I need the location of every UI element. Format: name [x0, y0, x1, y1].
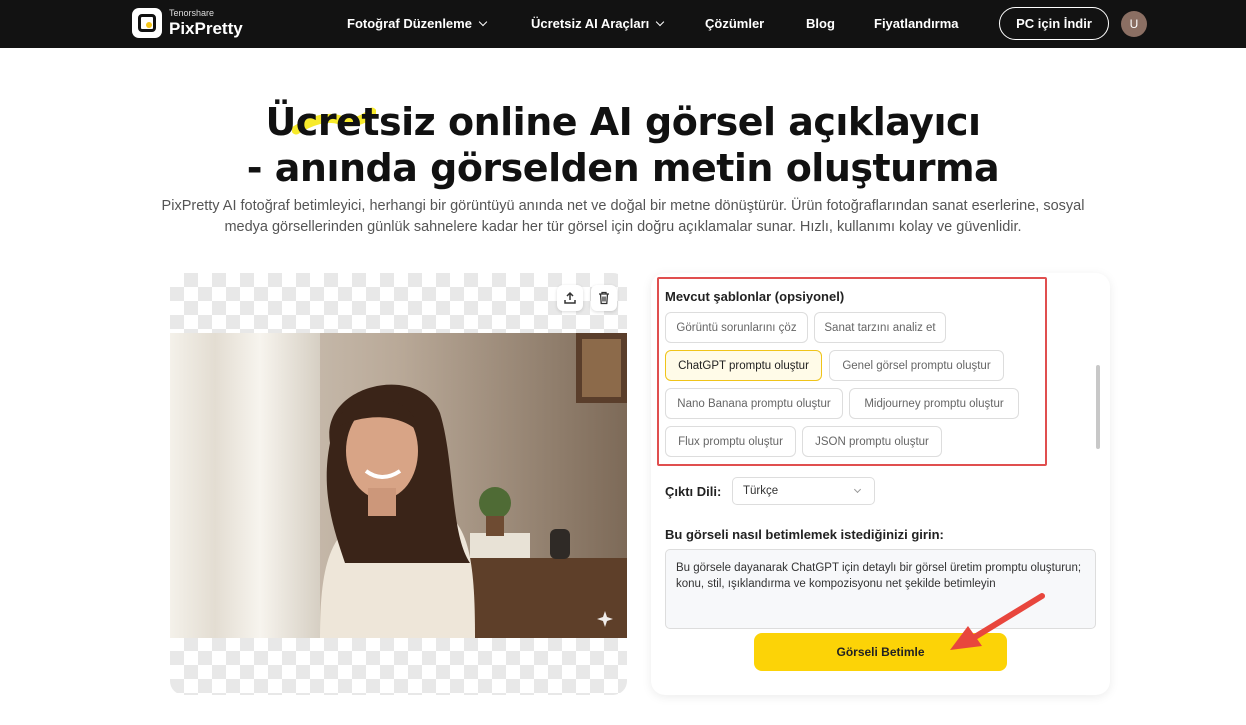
nav-item-label: Fotoğraf Düzenleme — [347, 16, 472, 31]
delete-button[interactable] — [591, 285, 617, 311]
download-pc-button[interactable]: PC için İndir — [999, 7, 1109, 40]
nav-item-free-ai-tools[interactable]: Ücretsiz AI Araçları — [531, 16, 665, 31]
chevron-down-icon — [656, 17, 665, 27]
red-arrow-annotation-icon — [950, 593, 1045, 650]
nav-item-photo-editing[interactable]: Fotoğraf Düzenleme — [347, 16, 488, 31]
nav-item-label: Ücretsiz AI Araçları — [531, 16, 650, 31]
logo-icon — [132, 8, 162, 38]
output-language-select[interactable]: Türkçe — [732, 477, 875, 505]
nav-item-solutions[interactable]: Çözümler — [705, 16, 764, 31]
upload-button[interactable] — [557, 285, 583, 311]
template-chip[interactable]: Flux promptu oluştur — [665, 426, 796, 457]
sparkle-icon — [597, 611, 613, 627]
logo-brand-name: PixPretty — [169, 19, 243, 38]
page-title-line2: - anında görselden metin oluşturma — [246, 146, 1000, 190]
top-navbar: Tenorshare PixPretty Fotoğraf Düzenleme … — [0, 0, 1246, 48]
page-title-line1: Ücretsiz online AI görsel açıklayıcı — [265, 100, 981, 144]
template-chip[interactable]: Sanat tarzını analiz et — [814, 312, 946, 343]
template-chip[interactable]: Nano Banana promptu oluştur — [665, 388, 843, 419]
uploaded-photo — [170, 333, 627, 638]
output-language-label: Çıktı Dili: — [665, 484, 722, 499]
logo-brand-small: Tenorshare — [169, 8, 215, 18]
template-chip[interactable]: Görüntü sorunlarını çöz — [665, 312, 808, 343]
template-chip[interactable]: Genel görsel promptu oluştur — [829, 350, 1004, 381]
image-preview-card — [170, 273, 627, 695]
output-language-value: Türkçe — [743, 485, 779, 497]
template-chip[interactable]: JSON promptu oluştur — [802, 426, 942, 457]
nav-item-blog[interactable]: Blog — [806, 16, 835, 31]
nav-item-pricing[interactable]: Fiyatlandırma — [874, 16, 959, 31]
trash-icon — [599, 291, 609, 305]
upload-icon — [564, 291, 576, 304]
template-chip-selected[interactable]: ChatGPT promptu oluştur — [665, 350, 822, 381]
page-subtitle: PixPretty AI fotoğraf betimleyici, herha… — [161, 198, 1085, 235]
avatar[interactable]: U — [1121, 11, 1147, 37]
prompt-label: Bu görseli nasıl betimlemek istediğinizi… — [665, 527, 944, 542]
templates-title: Mevcut şablonlar (opsiyonel) — [665, 289, 845, 304]
chevron-down-icon — [478, 17, 488, 27]
template-chip[interactable]: Midjourney promptu oluştur — [849, 388, 1019, 419]
chevron-down-icon — [853, 485, 862, 494]
templates-scrollbar[interactable] — [1096, 365, 1100, 449]
logo[interactable]: Tenorshare PixPretty — [132, 8, 243, 38]
